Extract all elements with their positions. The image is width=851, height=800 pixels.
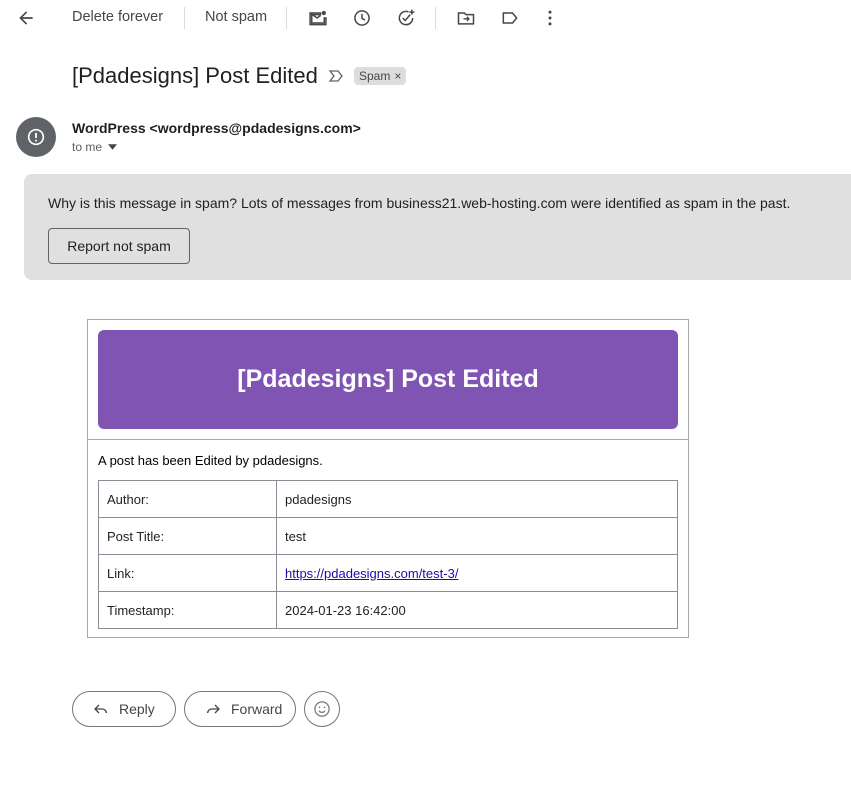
- mark-unread-icon[interactable]: [306, 6, 330, 30]
- report-not-spam-button[interactable]: Report not spam: [48, 228, 190, 264]
- email-subject: [Pdadesigns] Post Edited: [72, 63, 318, 88]
- table-cell-key: Link:: [98, 554, 277, 592]
- sender-avatar: [16, 117, 56, 157]
- table-row: Link: https://pdadesigns.com/test-3/: [98, 554, 678, 592]
- label-icon[interactable]: [498, 6, 522, 30]
- post-details-table: Author: pdadesigns Post Title: test Link…: [98, 480, 678, 629]
- table-row: Post Title: test: [98, 517, 678, 555]
- toolbar-divider: [435, 7, 436, 29]
- sender-name[interactable]: WordPress <wordpress@pdadesigns.com>: [72, 120, 361, 136]
- move-to-folder-icon[interactable]: [454, 6, 478, 30]
- chevron-down-icon: [108, 144, 118, 150]
- email-body: [Pdadesigns] Post Edited A post has been…: [87, 319, 689, 638]
- snooze-clock-icon[interactable]: [350, 6, 374, 30]
- spam-reason-text: Why is this message in spam? Lots of mes…: [48, 195, 790, 211]
- not-spam-button[interactable]: Not spam: [205, 9, 267, 25]
- table-cell-value: test: [276, 517, 678, 555]
- reply-arrow-icon: [94, 704, 107, 714]
- more-options-icon[interactable]: [538, 6, 562, 30]
- remove-label-icon[interactable]: ×: [394, 69, 401, 83]
- spam-question: Why is this message in spam?: [48, 195, 238, 211]
- forward-arrow-icon: [207, 704, 220, 714]
- email-intro-text: A post has been Edited by pdadesigns.: [98, 453, 323, 468]
- table-cell-key: Timestamp:: [98, 591, 277, 629]
- recipient-label: to me: [72, 140, 103, 154]
- smiley-icon: [314, 701, 330, 717]
- table-cell-key: Author:: [98, 480, 277, 518]
- add-to-tasks-icon[interactable]: [394, 6, 418, 30]
- spam-warning-banner: Why is this message in spam? Lots of mes…: [24, 174, 851, 280]
- table-cell-value: pdadesigns: [276, 480, 678, 518]
- divider: [88, 439, 688, 440]
- importance-marker-icon[interactable]: [328, 68, 344, 84]
- table-cell-value: https://pdadesigns.com/test-3/: [276, 554, 678, 592]
- table-row: Author: pdadesigns: [98, 480, 678, 518]
- emoji-reaction-button[interactable]: [304, 691, 340, 727]
- table-cell-value: 2024-01-23 16:42:00: [276, 591, 678, 629]
- post-link[interactable]: https://pdadesigns.com/test-3/: [285, 566, 458, 581]
- recipient-details-toggle[interactable]: to me: [72, 140, 118, 154]
- spam-label-text: Spam: [359, 69, 391, 83]
- warning-icon: [27, 128, 45, 146]
- table-row: Timestamp: 2024-01-23 16:42:00: [98, 591, 678, 629]
- forward-button[interactable]: Forward: [184, 691, 296, 727]
- table-cell-key: Post Title:: [98, 517, 277, 555]
- toolbar-divider: [184, 7, 185, 29]
- delete-forever-button[interactable]: Delete forever: [72, 9, 163, 25]
- forward-label: Forward: [231, 701, 283, 717]
- spam-label-chip: Spam ×: [354, 67, 407, 85]
- back-arrow-icon[interactable]: [14, 6, 38, 30]
- reply-button[interactable]: Reply: [72, 691, 176, 727]
- reply-label: Reply: [119, 701, 155, 717]
- toolbar: Delete forever Not spam: [0, 0, 851, 36]
- spam-reason: Lots of messages from business21.web-hos…: [237, 195, 791, 211]
- email-header-banner: [Pdadesigns] Post Edited: [98, 330, 678, 429]
- toolbar-divider: [286, 7, 287, 29]
- email-header-title: [Pdadesigns] Post Edited: [237, 365, 539, 393]
